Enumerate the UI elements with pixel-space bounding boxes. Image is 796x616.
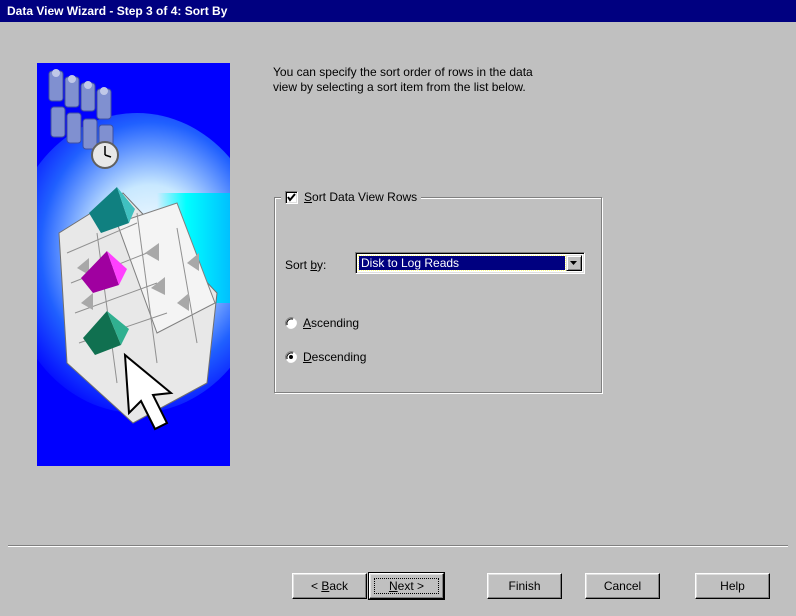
- description-line-1: You can specify the sort order of rows i…: [273, 65, 533, 79]
- focus-rect: [374, 578, 439, 594]
- wizard-illustration: [37, 63, 230, 466]
- sort-rows-mnemonic: S: [304, 190, 313, 204]
- ascending-label: Ascending: [303, 316, 359, 330]
- ascending-radio-circle[interactable]: [285, 317, 297, 329]
- checkbox-box[interactable]: [285, 190, 298, 204]
- ascending-label-rest: scending: [311, 316, 360, 330]
- cancel-label: Cancel: [603, 579, 642, 593]
- descending-label: Descending: [303, 350, 366, 364]
- descending-radio-circle[interactable]: [285, 351, 297, 363]
- title-bar: Data View Wizard - Step 3 of 4: Sort By: [0, 0, 796, 22]
- checkbox-check-icon: [287, 192, 296, 202]
- sort-by-label: Sort by:: [285, 258, 326, 272]
- button-separator: [8, 545, 788, 547]
- sort-by-select[interactable]: Disk to Log Reads: [355, 252, 585, 274]
- finish-button[interactable]: Finish: [487, 573, 562, 599]
- sort-rows-label-rest: ort Data View Rows: [312, 190, 418, 204]
- wizard-dialog: You can specify the sort order of rows i…: [0, 22, 796, 616]
- descending-radio[interactable]: Descending: [285, 350, 366, 364]
- finish-label: Finish: [508, 579, 541, 593]
- description-line-2: view by selecting a sort item from the l…: [273, 80, 526, 94]
- sort-by-suffix: y:: [317, 258, 327, 272]
- step-description: You can specify the sort order of rows i…: [273, 65, 613, 95]
- next-button[interactable]: Next >: [368, 572, 445, 600]
- descending-label-rest: escending: [311, 350, 367, 364]
- sort-options-group: Sort Data View Rows Sort by: Disk to Log…: [274, 189, 602, 393]
- ascending-radio[interactable]: Ascending: [285, 316, 359, 330]
- help-button[interactable]: Help: [695, 573, 770, 599]
- help-label: Help: [720, 579, 745, 593]
- ascending-mnemonic: A: [303, 316, 312, 330]
- back-label-rest: ack: [329, 579, 349, 593]
- sort-by-value: Disk to Log Reads: [358, 255, 566, 271]
- window-title: Data View Wizard - Step 3 of 4: Sort By: [7, 4, 228, 18]
- dropdown-arrow-icon: [570, 261, 577, 265]
- cancel-button[interactable]: Cancel: [585, 573, 660, 599]
- sort-by-dropdown-button[interactable]: [566, 255, 582, 271]
- descending-mnemonic: D: [303, 350, 312, 364]
- back-prefix: <: [310, 579, 322, 593]
- back-button[interactable]: < Back: [292, 573, 367, 599]
- sort-rows-label: Sort Data View Rows: [304, 190, 417, 204]
- radio-dot-icon: [289, 355, 293, 359]
- sort-rows-checkbox[interactable]: Sort Data View Rows: [281, 189, 422, 205]
- sort-by-prefix: Sort: [285, 258, 311, 272]
